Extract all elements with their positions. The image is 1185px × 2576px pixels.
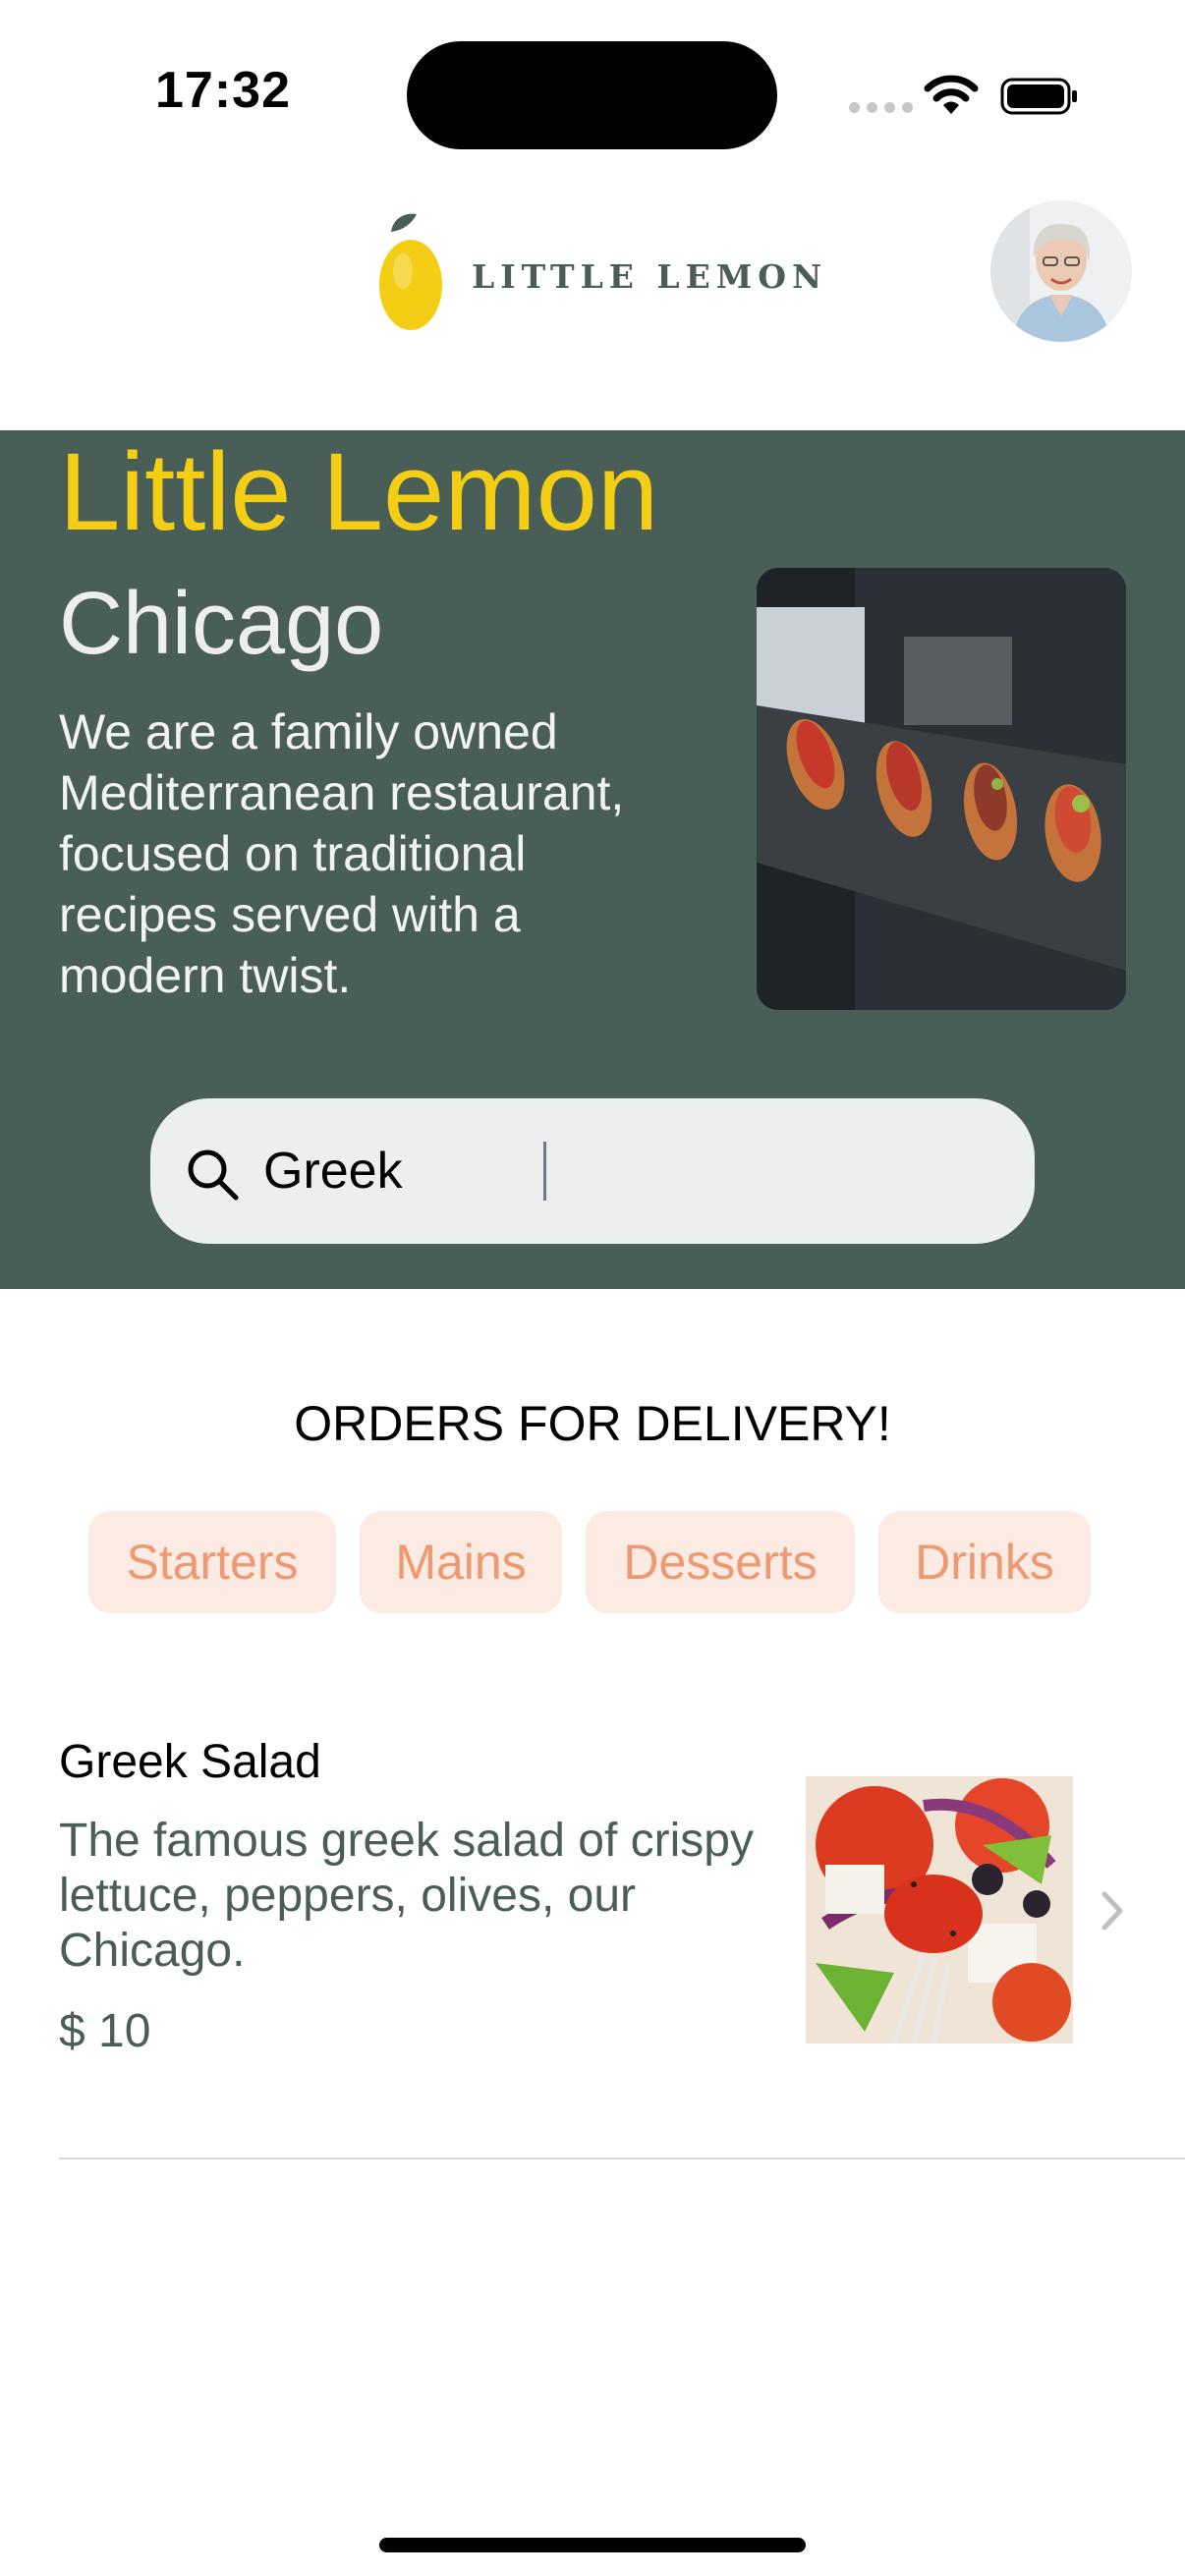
category-chips: Starters Mains Desserts Drinks	[88, 1511, 1091, 1613]
hero-description: We are a family owned Mediterranean rest…	[59, 704, 625, 1003]
orders-title: ORDERS FOR DELIVERY!	[294, 1396, 891, 1451]
dish-name: Greek Salad	[59, 1736, 321, 1788]
hero-subtitle: Chicago	[59, 575, 384, 673]
wifi-icon	[924, 75, 979, 114]
app-logo: LITTLE LEMON	[373, 208, 821, 336]
dish-image	[806, 1776, 1073, 2044]
dynamic-island	[407, 41, 777, 149]
hero-image	[757, 568, 1126, 1010]
status-time: 17:32	[155, 62, 291, 119]
dish-description: The famous greek salad of crispy lettuce…	[59, 1815, 754, 1977]
profile-avatar[interactable]	[990, 200, 1132, 342]
category-chip-mains[interactable]: Mains	[360, 1511, 562, 1613]
hero-banner: Little Lemon Chicago We are a family own…	[0, 430, 1185, 1289]
chevron-right-icon[interactable]	[1099, 1886, 1128, 1935]
search-bar[interactable]	[150, 1098, 1035, 1244]
dish-price: $ 10	[59, 2005, 151, 2057]
home-indicator[interactable]	[379, 2538, 806, 2552]
avatar-icon	[990, 200, 1132, 342]
search-icon	[188, 1149, 239, 1201]
logo-text: LITTLE LEMON	[472, 257, 828, 296]
category-chip-drinks[interactable]: Drinks	[878, 1511, 1091, 1613]
greek-salad-photo	[806, 1776, 1073, 2044]
hero-title: Little Lemon	[59, 430, 659, 553]
category-chip-desserts[interactable]: Desserts	[586, 1511, 855, 1613]
list-divider	[59, 2157, 1185, 2159]
search-input[interactable]	[263, 1126, 990, 1216]
bruschetta-photo	[757, 568, 1126, 1010]
text-cursor	[543, 1142, 546, 1201]
category-chip-starters[interactable]: Starters	[88, 1511, 336, 1613]
lemon-icon	[379, 213, 442, 330]
cellular-icon	[849, 102, 913, 113]
battery-icon	[1000, 78, 1077, 115]
